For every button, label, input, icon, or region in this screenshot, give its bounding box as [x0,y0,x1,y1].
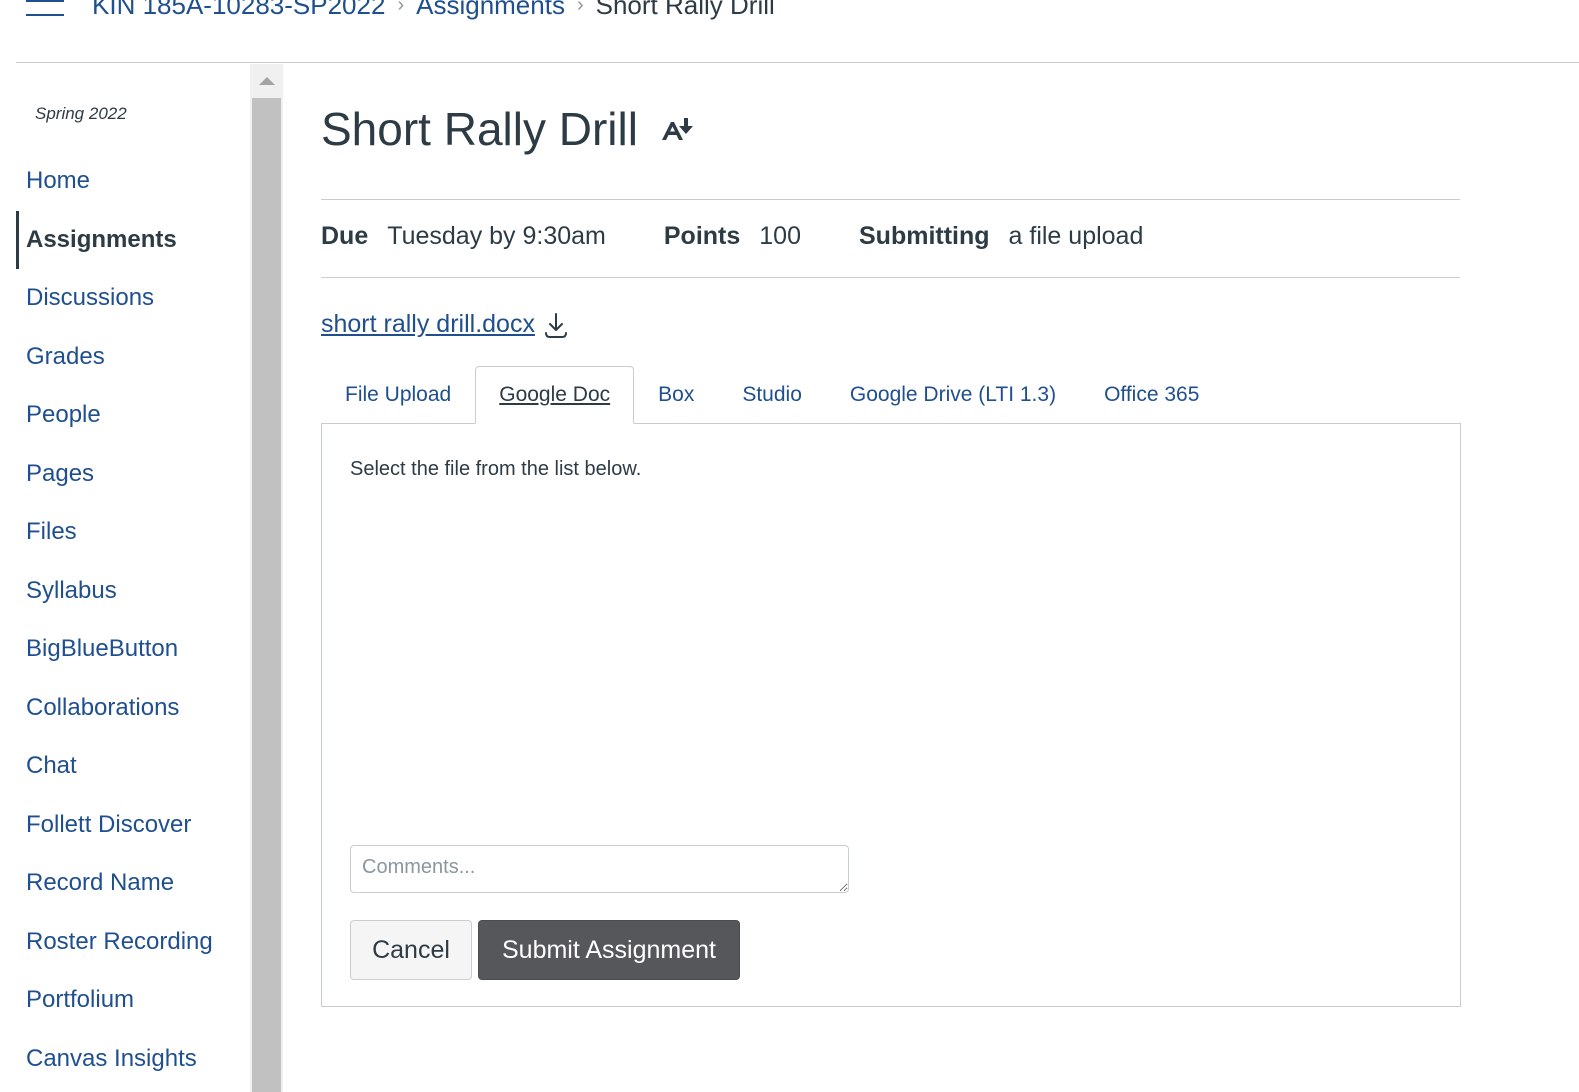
due-label: Due [321,222,369,250]
breadcrumb-assignments[interactable]: Assignments [416,0,565,21]
panel-instruction: Select the file from the list below. [350,458,642,480]
sidebar-item-record-name[interactable]: Record Name [0,854,213,913]
page-title: Short Rally Drill [321,103,638,155]
due-value: Tuesday by 9:30am [387,222,606,250]
details-top-divider [321,199,1460,200]
download-icon[interactable] [543,311,569,339]
sidebar-item-home[interactable]: Home [0,152,213,211]
sidebar-item-collaborations[interactable]: Collaborations [0,679,213,738]
comments-input[interactable] [350,845,849,893]
sidebar-scrollbar[interactable] [250,64,283,1092]
submit-assignment-button[interactable]: Submit Assignment [478,920,740,980]
tab-google-doc[interactable]: Google Doc [475,366,635,424]
google-doc-panel: Select the file from the list below. Can… [321,423,1461,1007]
header-divider [16,62,1579,63]
submission-actions: Cancel Submit Assignment [350,920,740,980]
breadcrumb-current: Short Rally Drill [595,0,775,20]
breadcrumb-course[interactable]: KIN 185A-10283-SP2022 [92,0,385,21]
immersive-reader-icon[interactable] [660,116,696,144]
tab-box[interactable]: Box [634,366,718,424]
breadcrumb-separator-icon: › [397,0,405,16]
tab-google-drive-lti-1-3[interactable]: Google Drive (LTI 1.3) [826,366,1080,424]
submitting-label: Submitting [859,222,990,250]
assignment-details: Due Tuesday by 9:30am Points 100 Submitt… [321,222,1201,251]
sidebar-item-files[interactable]: Files [0,503,213,562]
sidebar-item-discussions[interactable]: Discussions [0,269,213,328]
breadcrumb-separator-icon: › [576,0,584,16]
scrollbar-thumb[interactable] [252,98,281,1092]
scroll-up-arrow-icon [258,76,275,85]
title-row: Short Rally Drill [321,102,696,156]
sidebar-item-people[interactable]: People [0,386,213,445]
course-navigation: Spring 2022 Home Assignments Discussions Gr… [0,64,250,1092]
hamburger-icon[interactable] [26,0,64,22]
tab-studio[interactable]: Studio [718,366,826,424]
sidebar-item-assignments[interactable]: Assignments [0,210,213,270]
sidebar-item-portfolium[interactable]: Portfolium [0,971,213,1030]
points-label: Points [663,222,741,250]
submitting-value: a file upload [1008,222,1144,250]
tab-file-upload[interactable]: File Upload [321,366,475,424]
scroll-up-button[interactable] [250,64,283,97]
cancel-button[interactable]: Cancel [350,920,472,980]
attachment-row: short rally drill.docx [321,310,569,339]
term-label: Spring 2022 [35,104,127,123]
points-value: 100 [759,222,801,250]
sidebar-item-roster-recording[interactable]: Roster Recording [0,913,213,972]
breadcrumb: KIN 185A-10283-SP2022 › Assignments › Sh… [92,0,775,21]
attachment-link[interactable]: short rally drill.docx [321,310,535,339]
sidebar-item-syllabus[interactable]: Syllabus [0,562,213,621]
sidebar-item-chat[interactable]: Chat [0,737,213,796]
tab-office-365[interactable]: Office 365 [1080,366,1223,424]
submission-tabs: File Upload Google Doc Box Studio Google Dri… [321,366,1223,424]
global-header: KIN 185A-10283-SP2022 › Assignments › Sh… [0,0,1579,64]
sidebar-item-pages[interactable]: Pages [0,445,213,504]
sidebar-item-grades[interactable]: Grades [0,328,213,387]
sidebar-item-bigbluebutton[interactable]: BigBlueButton [0,620,213,679]
course-nav-list: Home Assignments Discussions Grades People Pa… [0,152,213,1088]
sidebar-item-follett-discover[interactable]: Follett Discover [0,796,213,855]
details-bottom-divider [321,277,1460,278]
sidebar-item-canvas-insights[interactable]: Canvas Insights [0,1030,213,1089]
